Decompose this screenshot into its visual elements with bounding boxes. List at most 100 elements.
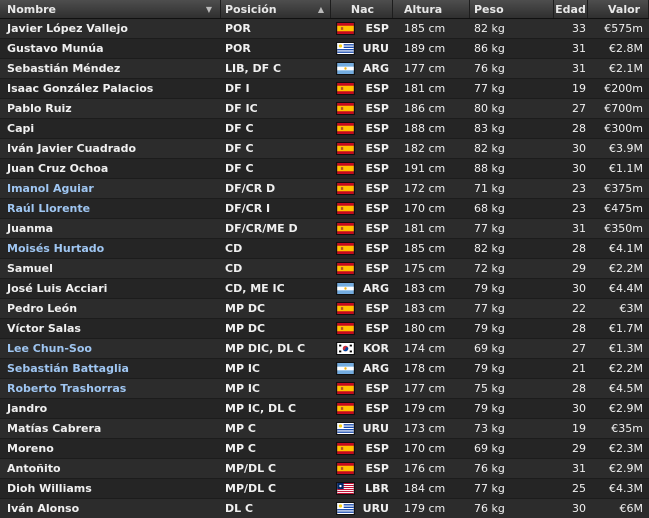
player-age: 22 — [572, 302, 586, 315]
player-age: 19 — [572, 82, 586, 95]
player-name[interactable]: Pablo Ruiz — [0, 99, 221, 118]
table-row[interactable]: Víctor Salas MP DC ESP 180 cm 79 kg 28 €1.7M — [0, 319, 649, 339]
player-position: MP IC, DL C — [225, 402, 297, 415]
column-header-height[interactable]: Altura — [398, 0, 470, 18]
player-height: 183 cm — [404, 282, 446, 295]
table-row[interactable]: Javier López Vallejo POR ESP 185 cm 82 kg 33 €… — [0, 19, 649, 39]
player-name[interactable]: Lee Chun-Soo — [0, 339, 221, 358]
player-name[interactable]: Dioh Williams — [0, 479, 221, 498]
player-height: 189 cm — [404, 42, 446, 55]
player-name[interactable]: Sebastián Battaglia — [0, 359, 221, 378]
player-value: €1.3M — [609, 342, 643, 355]
table-row[interactable]: Moisés Hurtado CD ESP 185 cm 82 kg 28 €4.1M — [0, 239, 649, 259]
player-weight: 71 kg — [474, 182, 505, 195]
player-name[interactable]: Gustavo Munúa — [0, 39, 221, 58]
flag-icon — [333, 139, 357, 158]
table-row[interactable]: Roberto Trashorras MP IC ESP 177 cm 75 kg 28 €… — [0, 379, 649, 399]
player-name[interactable]: Imanol Aguiar — [0, 179, 221, 198]
player-name[interactable]: Jandro — [0, 399, 221, 418]
table-row[interactable]: Jandro MP IC, DL C ESP 179 cm 79 kg 30 €2.9M — [0, 399, 649, 419]
flag-icon — [333, 359, 357, 378]
player-age: 19 — [572, 422, 586, 435]
table-row[interactable]: Juan Cruz Ochoa DF C ESP 191 cm 88 kg 30 €1.1M — [0, 159, 649, 179]
player-nationality: ESP — [365, 402, 390, 415]
table-row[interactable]: Antoñito MP/DL C ESP 176 cm 76 kg 31 €2.9M — [0, 459, 649, 479]
player-name[interactable]: Raúl Llorente — [0, 199, 221, 218]
table-row[interactable]: Imanol Aguiar DF/CR D ESP 172 cm 71 kg 23 €375… — [0, 179, 649, 199]
player-height: 173 cm — [404, 422, 446, 435]
player-name[interactable]: Capi — [0, 119, 221, 138]
player-name[interactable]: Iván Alonso — [0, 499, 221, 518]
flag-esp-icon — [335, 322, 355, 335]
table-row[interactable]: Pablo Ruiz DF IC ESP 186 cm 80 kg 27 €700m — [0, 99, 649, 119]
player-age: 23 — [572, 202, 586, 215]
flag-icon — [333, 59, 357, 78]
table-row[interactable]: Lee Chun-Soo MP DIC, DL C KOR 174 cm 69 kg 27… — [0, 339, 649, 359]
table-header: Nombre ▼ Posición ▲ Nac Altura Peso Edad… — [0, 0, 649, 19]
flag-icon — [333, 459, 357, 478]
table-row[interactable]: Matías Cabrera MP C URU 173 cm 73 kg 19 €35m — [0, 419, 649, 439]
player-position: MP/DL C — [225, 462, 277, 475]
player-nationality: KOR — [363, 342, 389, 355]
table-row[interactable]: Pedro León MP DC ESP 183 cm 77 kg 22 €3M — [0, 299, 649, 319]
player-position: MP DC — [225, 322, 266, 335]
flag-icon — [333, 219, 357, 238]
table-row[interactable]: Gustavo Munúa POR URU 189 cm 86 kg 31 €2.8M — [0, 39, 649, 59]
table-row[interactable]: Iván Javier Cuadrado DF C ESP 182 cm 82 kg 30… — [0, 139, 649, 159]
player-position: MP IC — [225, 382, 261, 395]
player-name[interactable]: Isaac González Palacios — [0, 79, 221, 98]
player-age: 31 — [572, 62, 586, 75]
player-name[interactable]: Matías Cabrera — [0, 419, 221, 438]
column-header-name[interactable]: Nombre ▼ — [0, 0, 221, 18]
table-row[interactable]: José Luis Acciari CD, ME IC ARG 183 cm 79 kg… — [0, 279, 649, 299]
flag-arg-icon — [335, 62, 355, 75]
player-position: MP IC — [225, 362, 261, 375]
table-row[interactable]: Sebastián Méndez LIB, DF C ARG 177 cm 76 kg 3… — [0, 59, 649, 79]
flag-icon — [333, 379, 357, 398]
player-name[interactable]: Samuel — [0, 259, 221, 278]
player-name[interactable]: Moisés Hurtado — [0, 239, 221, 258]
player-name[interactable]: Juan Cruz Ochoa — [0, 159, 221, 178]
table-row[interactable]: Capi DF C ESP 188 cm 83 kg 28 €300m — [0, 119, 649, 139]
flag-icon — [333, 19, 357, 38]
player-weight: 82 kg — [474, 22, 505, 35]
player-age: 28 — [572, 122, 586, 135]
player-name[interactable]: Javier López Vallejo — [0, 19, 221, 38]
column-header-position[interactable]: Posición ▲ — [221, 0, 331, 18]
table-row[interactable]: Moreno MP C ESP 170 cm 69 kg 29 €2.3M — [0, 439, 649, 459]
sort-ascending-icon[interactable]: ▲ — [318, 5, 324, 14]
player-name[interactable]: José Luis Acciari — [0, 279, 221, 298]
flag-esp-icon — [335, 142, 355, 155]
player-name[interactable]: Roberto Trashorras — [0, 379, 221, 398]
player-name[interactable]: Antoñito — [0, 459, 221, 478]
flag-esp-icon — [335, 202, 355, 215]
table-row[interactable]: Samuel CD ESP 175 cm 72 kg 29 €2.2M — [0, 259, 649, 279]
table-row[interactable]: Isaac González Palacios DF I ESP 181 cm 77 k… — [0, 79, 649, 99]
table-row[interactable]: Iván Alonso DL C URU 179 cm 76 kg 30 €6M — [0, 499, 649, 518]
player-name[interactable]: Pedro León — [0, 299, 221, 318]
player-age: 25 — [572, 482, 586, 495]
flag-icon — [333, 299, 357, 318]
chevron-down-icon[interactable]: ▼ — [206, 5, 212, 14]
flag-icon — [333, 39, 357, 58]
player-position: DF I — [225, 82, 250, 95]
player-name[interactable]: Moreno — [0, 439, 221, 458]
player-name[interactable]: Sebastián Méndez — [0, 59, 221, 78]
player-name[interactable]: Iván Javier Cuadrado — [0, 139, 221, 158]
player-name[interactable]: Víctor Salas — [0, 319, 221, 338]
flag-icon — [333, 339, 357, 358]
column-header-weight[interactable]: Peso — [470, 0, 554, 18]
table-row[interactable]: Dioh Williams MP/DL C LBR 184 cm 77 kg 25 €4.3… — [0, 479, 649, 499]
table-row[interactable]: Sebastián Battaglia MP IC ARG 178 cm 79 kg 21… — [0, 359, 649, 379]
player-age: 31 — [572, 42, 586, 55]
column-header-nationality[interactable]: Nac — [333, 0, 393, 18]
flag-icon — [333, 199, 357, 218]
flag-esp-icon — [335, 242, 355, 255]
player-name[interactable]: Juanma — [0, 219, 221, 238]
column-header-value[interactable]: Valor — [588, 0, 649, 18]
player-value: €2.3M — [609, 442, 643, 455]
table-row[interactable]: Juanma DF/CR/ME D ESP 181 cm 77 kg 31 €350m — [0, 219, 649, 239]
column-header-age[interactable]: Edad — [554, 0, 588, 18]
player-height: 174 cm — [404, 342, 446, 355]
table-row[interactable]: Raúl Llorente DF/CR I ESP 170 cm 68 kg 23 €475… — [0, 199, 649, 219]
